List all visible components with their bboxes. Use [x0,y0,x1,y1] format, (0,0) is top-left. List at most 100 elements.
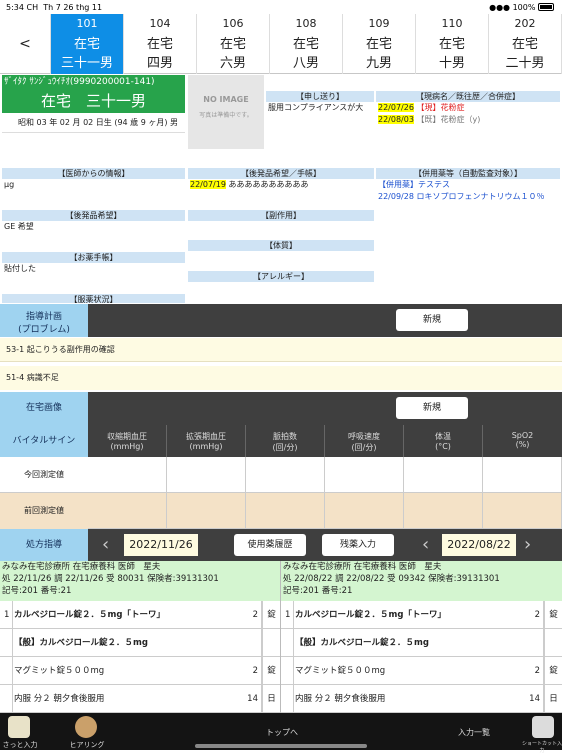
vital-previous-cell [88,493,167,529]
rx-row-name: 内服 分２ 朝夕食後服用 [14,694,105,704]
constitution-header: 【体質】 [188,240,374,251]
tab-room-number: 108 [295,17,317,30]
rx-row[interactable]: 内服 分２ 朝夕食後服用 14 日 [281,685,562,713]
patient-photo[interactable]: NO IMAGE 写真は準備中です。 [188,75,264,149]
med-status-panel[interactable]: 【服薬状況】 [2,294,185,303]
rx-row[interactable]: マグミット錠５００mg 2 錠 [281,657,562,685]
rx-row-unit: 錠 [262,657,280,685]
vital-col-spo2: SpO2 (%) [483,425,562,457]
patient-tab-101[interactable]: 101 在宅 三十一男 [51,14,124,74]
rx-right-header: みなみ在宅診療所 在宅療養科 医師 星夫処 22/08/22 調 22/08/2… [281,561,562,601]
patient-tab-110[interactable]: 110 在宅 十男 [416,14,489,74]
tab-line2: 九男 [365,56,392,71]
tab-line2: 八男 [292,56,319,71]
quick-input-icon[interactable] [8,716,30,738]
rx-row[interactable]: 1 カルベジロール錠２．５mg「トーワ」 2 錠 [0,601,280,629]
vital-col-pulse: 脈拍数 (回/分) [246,425,325,457]
rx-row[interactable]: 1 カルベジロール錠２．５mg「トーワ」 2 錠 [281,601,562,629]
vital-col-diastolic: 拡張期血圧 (mmHg) [167,425,246,457]
rx-row-name: カルベジロール錠２．５mg「トーワ」 [295,610,446,620]
vital-current-cell[interactable] [246,457,325,493]
quick-input-label[interactable]: さっと入力 [2,740,38,750]
tab-line2: 四男 [146,56,173,71]
rx-next-arrow-icon[interactable]: › [524,534,536,556]
vital-previous-cell [325,493,404,529]
shortcut-input-icon[interactable] [532,716,554,738]
vital-col-systolic: 収縮期血圧 (mmHg) [88,425,167,457]
handbook-text: 貼付した [4,264,36,273]
patient-tab-bar: < 101 在宅 三十一男 104 在宅 四男 106 在宅 六男 108 在宅 八男 109 在宅 九男 1… [0,14,562,74]
tab-room-number: 104 [149,17,171,30]
rx-row-unit [262,629,280,657]
rx-row-qty: 2 [252,666,258,676]
plan-item[interactable]: 53-1 起こりうる副作用の確認 [0,338,562,362]
home-image-new-button[interactable]: 新規 [396,397,468,419]
rx-prev-date-arrow-icon[interactable]: ‹ [422,534,434,556]
vital-current-cell[interactable] [325,457,404,493]
constitution-panel[interactable]: 【体質】 [188,240,374,251]
shortcut-input-label[interactable]: ショートカット入力 [522,740,562,754]
vital-col-resp: 呼吸速度 (回/分) [325,425,404,457]
status-right: ●●● 100% [489,3,554,12]
disease-header: 【現病名／既往歴／合併症】 [376,91,560,102]
doctor-info-header: 【医師からの情報】 [2,168,185,179]
rx-row[interactable]: マグミット錠５００mg 2 錠 [0,657,280,685]
remaining-drug-button[interactable]: 残薬入力 [322,534,394,556]
tab-room-number: 202 [514,17,536,30]
allergy-panel[interactable]: 【アレルギー】 [188,271,374,282]
rx-row-unit: 錠 [544,657,562,685]
hearing-label[interactable]: ヒアリング [68,740,106,750]
patient-tab-202[interactable]: 202 在宅 二十男 [489,14,562,74]
patient-tab-108[interactable]: 108 在宅 八男 [270,14,343,74]
rx-row[interactable]: 内服 分２ 朝夕食後服用 14 日 [0,685,280,713]
combined-med-panel[interactable]: 【併用薬等（自動監査対象）】 【併用薬】テステス 22/09/28 ロキソプロフ… [376,168,560,203]
vital-current-cell[interactable] [88,457,167,493]
patient-tab-109[interactable]: 109 在宅 九男 [343,14,416,74]
back-button[interactable]: < [0,14,51,74]
patient-birth: 昭和 03 年 02 月 02 日生 (94 歳 9 ヶ月) 男 [2,113,185,133]
doctor-info-panel[interactable]: 【医師からの情報】 μg [2,168,185,191]
rx-prev-arrow-icon[interactable]: ‹ [102,534,114,556]
patient-tab-104[interactable]: 104 在宅 四男 [124,14,197,74]
rx-row-qty: 2 [252,610,258,620]
input-list-button[interactable]: 入力一覧 [456,727,492,738]
vital-current-cell[interactable] [483,457,562,493]
rx-row-unit: 錠 [262,601,280,629]
memo-header: 【申し送り】 [266,91,374,102]
top-button[interactable]: トップへ [264,727,300,738]
generic-memo-panel[interactable]: 【後発品希望／手帳】 22/07/19 ああああああああああ [188,168,374,191]
rx-row[interactable]: 【般】カルベジロール錠２．５mg [0,629,280,657]
combined-med-name2: ロキソプロフェンナトリウム１０％ [416,192,545,201]
generic-memo-header: 【後発品希望／手帳】 [188,168,374,179]
status-bar: 5:34 CH Th 7 26 thg 11 ●●● 100% [0,0,562,14]
memo-panel[interactable]: 【申し送り】 服用コンプライアンスが大 [266,91,374,114]
disease-panel[interactable]: 【現病名／既往歴／合併症】 22/07/26 【現】花粉症 22/08/03 【… [376,91,560,126]
tab-line1: 在宅 [219,37,246,52]
rx-date-previous[interactable]: 2022/08/22 [442,534,516,556]
rx-row-unit: 錠 [544,601,562,629]
plan-item[interactable]: 51-4 病識不足 [0,366,562,390]
side-effect-panel[interactable]: 【副作用】 [188,210,374,221]
rx-row-name: 内服 分２ 朝夕食後服用 [295,694,386,704]
tab-line2: 六男 [219,56,246,71]
vital-current-cell[interactable] [167,457,246,493]
rx-row-name: カルベジロール錠２．５mg「トーワ」 [14,610,165,620]
patient-tab-106[interactable]: 106 在宅 六男 [197,14,270,74]
handbook-panel[interactable]: 【お薬手帳】 貼付した [2,252,185,275]
vital-col-temp: 体温 (°C) [404,425,483,457]
rx-date-current[interactable]: 2022/11/26 [124,534,198,556]
rx-row-qty: 2 [534,610,540,620]
med-status-header: 【服薬状況】 [2,294,185,303]
home-image-label: 在宅画像 [0,392,88,425]
plan-label: 指導計画 (プロブレム) [0,304,88,337]
drug-history-button[interactable]: 使用薬履歴 [234,534,306,556]
generic-memo-date: 22/07/19 [190,180,226,189]
rx-row[interactable]: 【般】カルベジロール錠２．５mg [281,629,562,657]
combined-med-tag: 【併用薬】 [378,180,418,189]
vital-current-cell[interactable] [404,457,483,493]
generic-panel[interactable]: 【後発品希望】 GE 希望 [2,210,185,233]
plan-new-button[interactable]: 新規 [396,309,468,331]
status-time: 5:34 CH Th 7 26 thg 11 [6,3,103,12]
no-image-title: NO IMAGE [203,95,249,104]
hearing-icon[interactable] [75,716,97,738]
